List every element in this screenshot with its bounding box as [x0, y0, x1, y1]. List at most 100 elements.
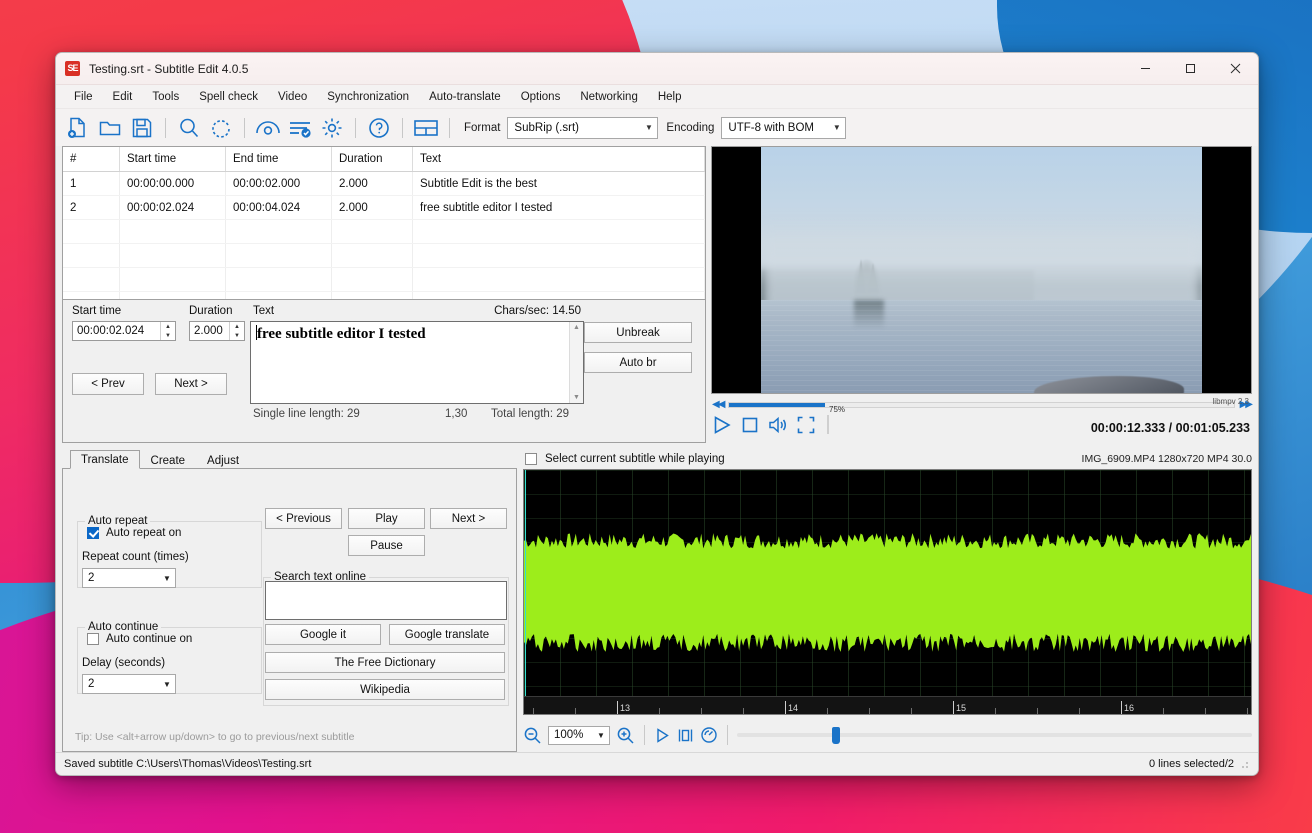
menu-networking[interactable]: Networking	[570, 88, 648, 106]
waveform-panel: Select current subtitle while playing IM…	[523, 449, 1252, 752]
chevron-down-icon-2: ▼	[832, 123, 841, 132]
maximize-button[interactable]	[1168, 53, 1213, 84]
menu-synchronization[interactable]: Synchronization	[317, 88, 419, 106]
waveform-play-icon[interactable]	[654, 727, 671, 744]
waveform-pause-icon[interactable]	[677, 727, 694, 744]
previous-button[interactable]: < Previous	[265, 508, 342, 529]
free-dictionary-button[interactable]: The Free Dictionary	[265, 652, 505, 673]
menu-video[interactable]: Video	[268, 88, 317, 106]
menu-tools[interactable]: Tools	[142, 88, 189, 106]
ruler-tick-minor	[869, 708, 870, 714]
gear-icon[interactable]	[317, 113, 347, 143]
settings-list-icon[interactable]	[285, 113, 315, 143]
layout-icon[interactable]	[411, 113, 441, 143]
delay-seconds-select[interactable]: 2 ▼	[82, 674, 176, 694]
help-icon[interactable]	[364, 113, 394, 143]
playback-speed-icon[interactable]	[700, 726, 718, 744]
save-icon[interactable]	[127, 113, 157, 143]
select-while-playing-checkbox[interactable]	[525, 453, 537, 465]
auto-repeat-title: Auto repeat	[85, 515, 151, 527]
column-header-end-time[interactable]: End time	[225, 147, 332, 172]
search-text-input[interactable]	[265, 581, 507, 620]
play-icon[interactable]	[711, 414, 733, 436]
menu-file[interactable]: File	[64, 88, 103, 106]
waveform-slider-thumb[interactable]	[832, 726, 841, 744]
auto-repeat-checkbox-row[interactable]: Auto repeat on	[87, 527, 181, 539]
cell-start-time: 00:00:02.024	[119, 195, 226, 220]
column-header-text[interactable]: Text	[412, 147, 705, 172]
menu-help[interactable]: Help	[648, 88, 692, 106]
new-file-icon[interactable]	[63, 113, 93, 143]
repeat-count-select[interactable]: 2 ▼	[82, 568, 176, 588]
ruler-tick-minor	[995, 708, 996, 714]
replace-icon[interactable]	[206, 113, 236, 143]
status-right: 0 lines selected/2	[1149, 758, 1250, 770]
start-time-input[interactable]: 00:00:02.024 ▲ ▼	[72, 321, 176, 341]
column-header-start-time[interactable]: Start time	[119, 147, 226, 172]
table-row[interactable]: 2 00:00:02.024 00:00:04.024 2.000 free s…	[63, 195, 705, 220]
menu-spell-check[interactable]: Spell check	[189, 88, 268, 106]
google-it-button[interactable]: Google it	[265, 624, 381, 645]
minimize-button[interactable]	[1123, 53, 1168, 84]
text-scrollbar[interactable]: ▲ ▼	[569, 322, 583, 403]
fullscreen-icon[interactable]	[796, 415, 816, 435]
google-translate-button[interactable]: Google translate	[389, 624, 505, 645]
video-frame-image	[761, 147, 1202, 393]
video-display[interactable]	[711, 146, 1252, 394]
waveform-position-slider[interactable]	[737, 726, 1252, 744]
resize-grip-icon[interactable]	[1241, 759, 1250, 769]
tab-create[interactable]: Create	[140, 451, 197, 469]
format-select[interactable]: SubRip (.srt) ▼	[507, 116, 659, 139]
menu-edit[interactable]: Edit	[103, 88, 143, 106]
auto-continue-checkbox[interactable]	[87, 633, 99, 645]
duration-stepper[interactable]: ▲ ▼	[229, 322, 244, 340]
stop-icon[interactable]	[740, 415, 760, 435]
start-time-stepper[interactable]: ▲ ▼	[160, 322, 175, 340]
rewind-icon[interactable]: ◀◀	[712, 399, 725, 410]
duration-input[interactable]: 2.000 ▲ ▼	[189, 321, 245, 341]
prev-subtitle-button[interactable]: < Prev	[72, 373, 144, 395]
play-button[interactable]: Play	[348, 508, 425, 529]
next-subtitle-button[interactable]: Next >	[155, 373, 227, 395]
waveform-playhead[interactable]	[525, 470, 526, 714]
next-button[interactable]: Next >	[430, 508, 507, 529]
column-header-number[interactable]: #	[63, 147, 120, 172]
menu-options[interactable]: Options	[511, 88, 571, 106]
volume-label: 75%	[829, 405, 846, 414]
subtitle-list[interactable]: # Start time End time Duration Text 1 00…	[62, 146, 706, 300]
auto-continue-checkbox-row[interactable]: Auto continue on	[87, 633, 192, 645]
spell-check-icon[interactable]	[253, 113, 283, 143]
chevron-down-icon: ▼	[644, 123, 653, 132]
tab-translate[interactable]: Translate	[70, 450, 140, 469]
subtitle-table: # Start time End time Duration Text 1 00…	[63, 147, 705, 299]
volume-slider[interactable]: 75%	[827, 405, 899, 434]
encoding-select[interactable]: UTF-8 with BOM ▼	[721, 116, 847, 139]
menu-bar: File Edit Tools Spell check Video Synchr…	[56, 85, 1258, 109]
cell-text: Subtitle Edit is the best	[412, 171, 705, 196]
auto-br-button[interactable]: Auto br	[584, 352, 692, 373]
auto-repeat-checkbox[interactable]	[87, 527, 99, 539]
menu-auto-translate[interactable]: Auto-translate	[419, 88, 511, 106]
toolbar-separator-2	[244, 117, 245, 138]
pause-button[interactable]: Pause	[348, 535, 425, 556]
waveform-display[interactable]: 1314151617	[523, 469, 1252, 715]
wikipedia-button[interactable]: Wikipedia	[265, 679, 505, 700]
seek-bar[interactable]	[728, 401, 1235, 408]
ruler-tick-minor	[701, 708, 702, 714]
waveform-zoom-select[interactable]: 100% ▼	[548, 725, 610, 745]
tab-adjust[interactable]: Adjust	[196, 451, 250, 469]
zoom-out-icon[interactable]	[523, 726, 542, 745]
volume-icon[interactable]	[767, 415, 789, 435]
zoom-in-icon[interactable]	[616, 726, 635, 745]
search-icon[interactable]	[174, 113, 204, 143]
seek-progress	[729, 402, 826, 407]
text-label: Text	[253, 305, 275, 317]
ruler-tick-minor	[659, 708, 660, 714]
column-header-duration[interactable]: Duration	[331, 147, 413, 172]
open-folder-icon[interactable]	[95, 113, 125, 143]
close-button[interactable]	[1213, 53, 1258, 84]
subtitle-text-input[interactable]: free subtitle editor I tested ▲ ▼	[250, 321, 584, 404]
waveform-band	[524, 557, 1251, 622]
unbreak-button[interactable]: Unbreak	[584, 322, 692, 343]
table-row[interactable]: 1 00:00:00.000 00:00:02.000 2.000 Subtit…	[63, 171, 705, 196]
